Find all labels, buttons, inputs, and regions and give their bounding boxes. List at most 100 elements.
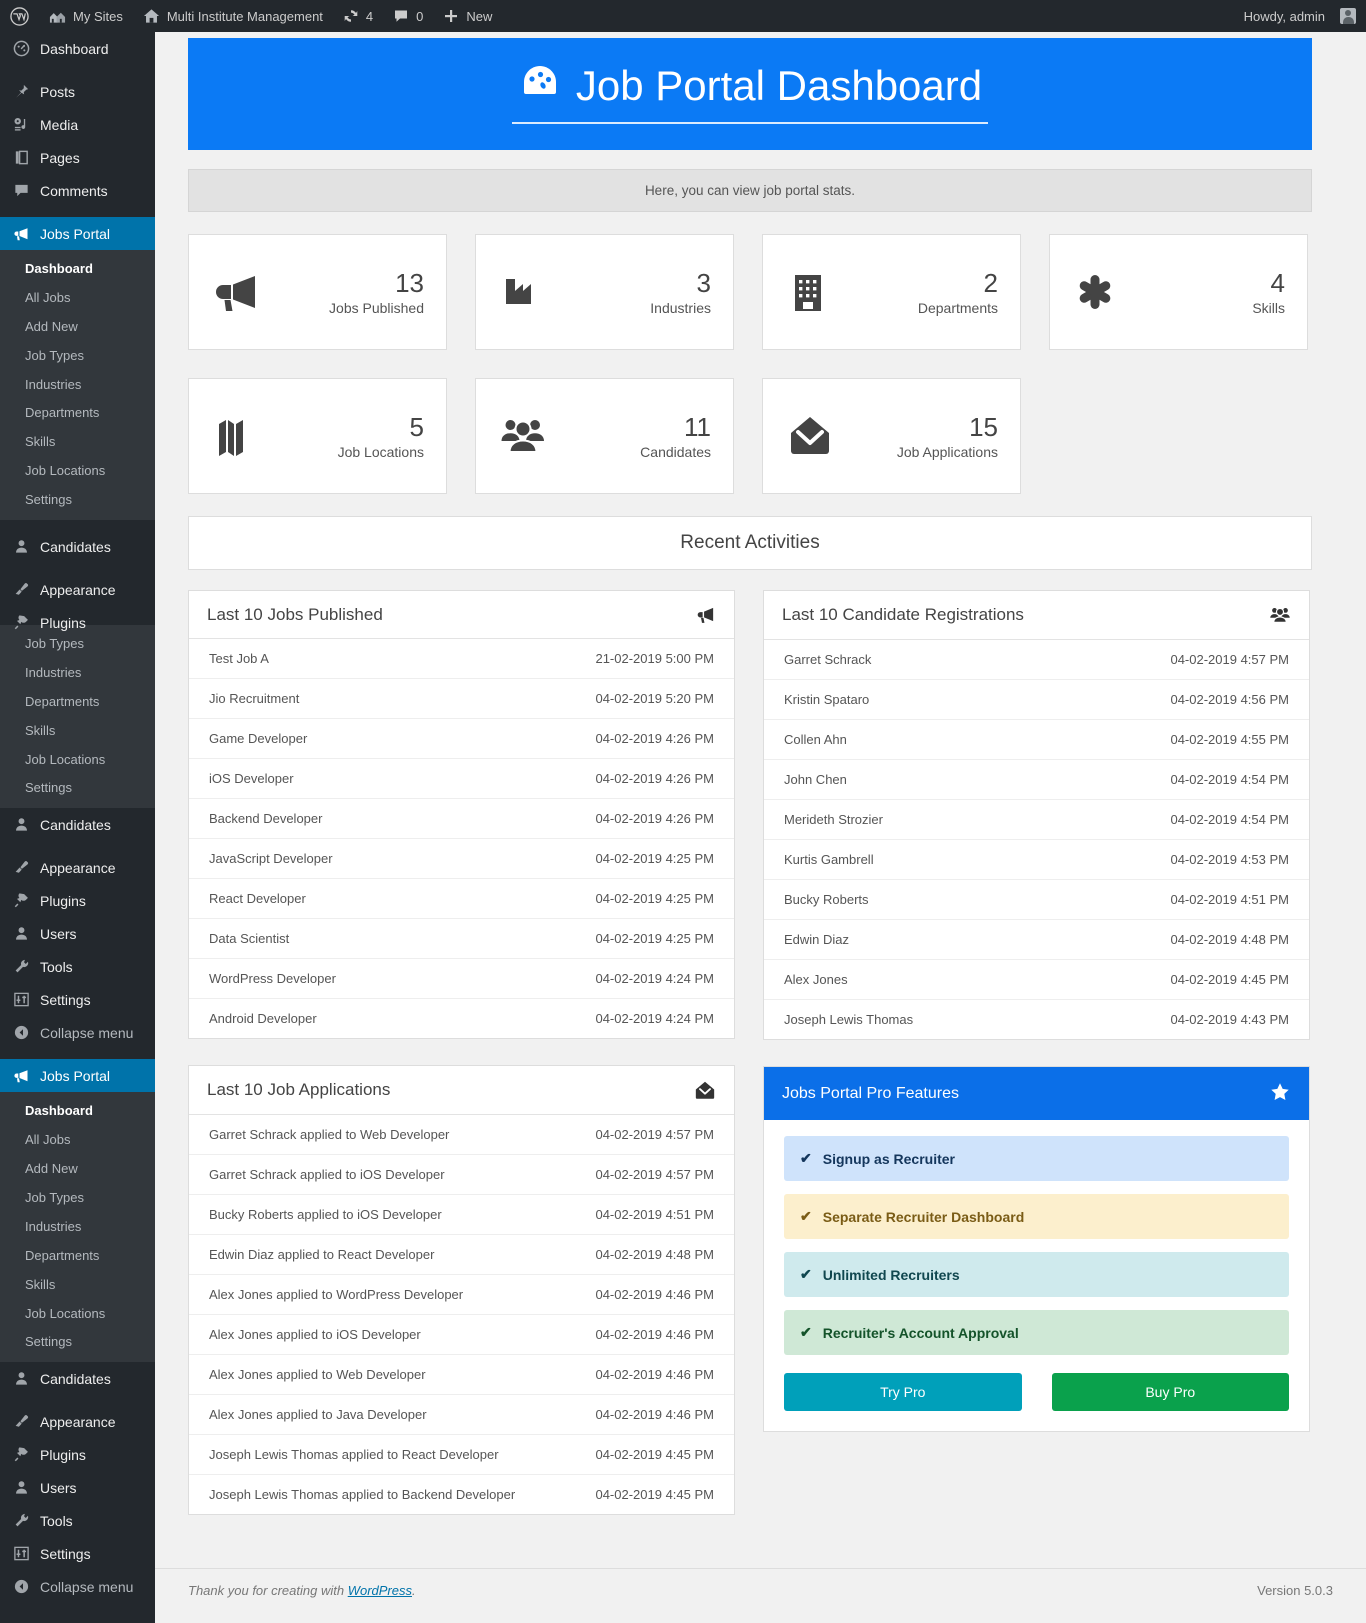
sidebar-item-tools[interactable]: Tools <box>0 950 155 983</box>
table-row[interactable]: WordPress Developer 04-02-2019 4:24 PM <box>189 959 734 1000</box>
submenu-item-settings[interactable]: Settings <box>0 1328 155 1357</box>
submenu-item-settings[interactable]: Settings <box>0 774 155 803</box>
sidebar-item-posts[interactable]: Posts <box>0 75 155 108</box>
submenu-item-dashboard[interactable]: Dashboard <box>0 255 155 284</box>
sidebar-item-jobs-portal-2[interactable]: Jobs Portal <box>0 1059 163 1093</box>
sidebar-item-candidates-3[interactable]: Candidates <box>0 1362 155 1395</box>
sidebar-item-candidates[interactable]: Candidates <box>0 530 155 563</box>
howdy-menu[interactable]: Howdy, admin <box>1234 0 1366 32</box>
submenu-item-job-locations[interactable]: Job Locations <box>0 746 155 775</box>
submenu-item-job-types[interactable]: Job Types <box>0 1184 155 1213</box>
sidebar-item-plugins-2[interactable]: Plugins <box>0 884 155 917</box>
sidebar-item-appearance[interactable]: Appearance <box>0 573 155 606</box>
submenu-item-job-locations[interactable]: Job Locations <box>0 457 155 486</box>
pro-feature-label: Unlimited Recruiters <box>822 1266 960 1283</box>
sidebar-item-plugins-overlapped[interactable]: Plugins <box>0 606 155 639</box>
submenu-item-skills[interactable]: Skills <box>0 428 155 457</box>
table-row[interactable]: Kristin Spataro 04-02-2019 4:56 PM <box>764 680 1309 721</box>
submenu-item-skills[interactable]: Skills <box>0 1271 155 1300</box>
sidebar-item-users[interactable]: Users <box>0 917 155 950</box>
submenu-item-industries[interactable]: Industries <box>0 371 155 400</box>
new-content-menu[interactable]: New <box>433 0 502 32</box>
submenu-item-departments[interactable]: Departments <box>0 1242 155 1271</box>
job-name: WordPress Developer <box>209 971 336 987</box>
new-label: New <box>466 8 493 24</box>
table-row[interactable]: Test Job A 21-02-2019 5:00 PM <box>189 639 734 680</box>
sidebar-item-tools-2[interactable]: Tools <box>0 1504 155 1537</box>
buy-pro-button[interactable]: Buy Pro <box>1051 1373 1289 1412</box>
submenu-item-all-jobs[interactable]: All Jobs <box>0 1126 155 1155</box>
sidebar-item-candidates-2[interactable]: Candidates <box>0 808 155 841</box>
table-row[interactable]: Garret Schrack 04-02-2019 4:57 PM <box>764 640 1309 681</box>
sidebar-item-dashboard[interactable]: Dashboard <box>0 32 155 65</box>
table-row[interactable]: Alex Jones 04-02-2019 4:45 PM <box>764 960 1309 1001</box>
submenu-item-job-locations[interactable]: Job Locations <box>0 1300 155 1329</box>
wordpress-logo-button[interactable] <box>0 0 39 32</box>
stat-card-job-applications[interactable]: 15 Job Applications <box>762 378 1021 495</box>
table-row[interactable]: Joseph Lewis Thomas applied to React Dev… <box>189 1435 734 1476</box>
submenu-item-dashboard[interactable]: Dashboard <box>0 1097 155 1126</box>
submenu-item-add-new[interactable]: Add New <box>0 313 155 342</box>
table-row[interactable]: Joseph Lewis Thomas applied to Backend D… <box>189 1475 734 1514</box>
building-icon <box>785 269 831 315</box>
submenu-item-add-new[interactable]: Add New <box>0 1155 155 1184</box>
sidebar-item-appearance-2[interactable]: Appearance <box>0 851 155 884</box>
table-row[interactable]: Garret Schrack applied to iOS Developer 0… <box>189 1155 734 1196</box>
table-row[interactable]: Edwin Diaz applied to React Developer 04-… <box>189 1235 734 1276</box>
table-row[interactable]: John Chen 04-02-2019 4:54 PM <box>764 760 1309 801</box>
table-row[interactable]: JavaScript Developer 04-02-2019 4:25 PM <box>189 839 734 880</box>
submenu-item-all-jobs[interactable]: All Jobs <box>0 284 155 313</box>
table-row[interactable]: Edwin Diaz 04-02-2019 4:48 PM <box>764 920 1309 961</box>
table-row[interactable]: Jio Recruitment 04-02-2019 5:20 PM <box>189 679 734 720</box>
table-row[interactable]: Joseph Lewis Thomas 04-02-2019 4:43 PM <box>764 1000 1309 1039</box>
stat-card-industries[interactable]: 3 Industries <box>475 234 734 351</box>
table-row[interactable]: Alex Jones applied to Java Developer 04-0… <box>189 1395 734 1436</box>
table-row[interactable]: Collen Ahn 04-02-2019 4:55 PM <box>764 720 1309 761</box>
table-row[interactable]: Data Scientist 04-02-2019 4:25 PM <box>189 919 734 960</box>
updates-button[interactable]: 4 <box>333 0 383 32</box>
table-row[interactable]: Kurtis Gambrell 04-02-2019 4:53 PM <box>764 840 1309 881</box>
stat-card-jobs-published[interactable]: 13 Jobs Published <box>188 234 447 351</box>
sidebar-item-comments[interactable]: Comments <box>0 174 155 207</box>
sidebar-item-settings-2[interactable]: Settings <box>0 1537 155 1570</box>
stat-card-skills[interactable]: 4 Skills <box>1049 234 1308 351</box>
sidebar-item-collapse-menu-2[interactable]: Collapse menu <box>0 1570 155 1603</box>
comments-button[interactable]: 0 <box>383 0 433 32</box>
table-row[interactable]: React Developer 04-02-2019 4:25 PM <box>189 879 734 920</box>
account-area[interactable]: Howdy, admin <box>1234 0 1366 32</box>
my-sites-menu[interactable]: My Sites <box>39 0 133 32</box>
comments-count: 0 <box>416 8 424 24</box>
submenu-item-departments[interactable]: Departments <box>0 688 155 717</box>
stat-card-job-locations[interactable]: 5 Job Locations <box>188 378 447 495</box>
table-row[interactable]: Alex Jones applied to Web Developer 04-02… <box>189 1355 734 1396</box>
table-row[interactable]: iOS Developer 04-02-2019 4:26 PM <box>189 759 734 800</box>
sidebar-item-users-2[interactable]: Users <box>0 1471 155 1504</box>
submenu-item-industries[interactable]: Industries <box>0 1213 155 1242</box>
sidebar-item-settings[interactable]: Settings <box>0 983 155 1016</box>
table-row[interactable]: Alex Jones applied to iOS Developer 04-02… <box>189 1315 734 1356</box>
sidebar-item-media[interactable]: Media <box>0 108 155 141</box>
table-row[interactable]: Android Developer 04-02-2019 4:24 PM <box>189 999 734 1038</box>
table-row[interactable]: Alex Jones applied to WordPress Develope… <box>189 1275 734 1316</box>
submenu-item-departments[interactable]: Departments <box>0 399 155 428</box>
sidebar-item-collapse-menu[interactable]: Collapse menu <box>0 1016 155 1049</box>
table-row[interactable]: Bucky Roberts 04-02-2019 4:51 PM <box>764 880 1309 921</box>
submenu-item-job-types[interactable]: Job Types <box>0 342 155 371</box>
table-row[interactable]: Bucky Roberts applied to iOS Developer 04… <box>189 1195 734 1236</box>
wordpress-link[interactable]: WordPress <box>348 1583 412 1598</box>
sidebar-item-appearance-3[interactable]: Appearance <box>0 1405 155 1438</box>
table-row[interactable]: Merideth Strozier 04-02-2019 4:54 PM <box>764 800 1309 841</box>
table-row[interactable]: Garret Schrack applied to Web Developer 0… <box>189 1115 734 1156</box>
site-name-menu[interactable]: Multi Institute Management <box>133 0 333 32</box>
submenu-item-industries[interactable]: Industries <box>0 659 155 688</box>
stat-card-candidates[interactable]: 11 Candidates <box>475 378 734 495</box>
submenu-item-settings[interactable]: Settings <box>0 486 155 515</box>
submenu-item-skills[interactable]: Skills <box>0 717 155 746</box>
try-pro-button[interactable]: Try Pro <box>784 1373 1022 1412</box>
stat-card-departments[interactable]: 2 Departments <box>762 234 1021 351</box>
sidebar-item-plugins-3[interactable]: Plugins <box>0 1438 155 1471</box>
sidebar-item-jobs-portal[interactable]: Jobs Portal <box>0 217 163 250</box>
table-row[interactable]: Backend Developer 04-02-2019 4:26 PM <box>189 799 734 840</box>
table-row[interactable]: Game Developer 04-02-2019 4:26 PM <box>189 719 734 760</box>
sidebar-item-pages[interactable]: Pages <box>0 141 155 174</box>
